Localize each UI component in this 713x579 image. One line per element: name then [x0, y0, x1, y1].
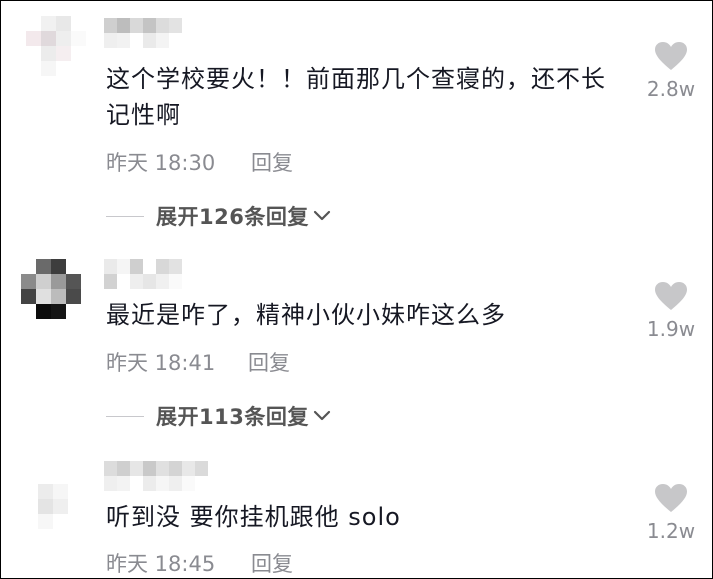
like-count: 1.9w: [646, 317, 696, 341]
reply-button[interactable]: 回复: [248, 347, 290, 377]
expand-replies-button[interactable]: 展开113条回复: [106, 401, 331, 431]
heart-icon: [655, 484, 687, 512]
expand-replies-button[interactable]: 展开126条回复: [106, 201, 331, 231]
like-button[interactable]: 2.8w: [641, 41, 701, 101]
comment-list: 这个学校要火！！前面那几个查寝的，还不长记性啊 2.8w 昨天 18:30 回复…: [0, 0, 713, 579]
like-button[interactable]: 1.9w: [641, 281, 701, 341]
divider-line: [106, 215, 144, 217]
username[interactable]: [104, 259, 182, 289]
avatar[interactable]: [23, 469, 83, 529]
comment-item: 最近是咋了，精神小伙小妹咋这么多 1.9w 昨天 18:41 回复 展开113条…: [1, 241, 712, 441]
comment-text: 听到没 要你挂机跟他 solo: [106, 503, 401, 531]
comment-time: 昨天 18:30: [106, 151, 216, 175]
chevron-down-icon: [313, 410, 330, 421]
like-button[interactable]: 1.2w: [641, 483, 701, 543]
comment-item: 听到没 要你挂机跟他 solo 1.2w 昨天 18:45 回复: [1, 441, 712, 578]
expand-replies-label: 展开113条回复: [156, 405, 309, 429]
comment-text: 最近是咋了，精神小伙小妹咋这么多: [106, 301, 506, 329]
username[interactable]: [104, 18, 182, 48]
comment-time: 昨天 18:41: [106, 351, 216, 375]
divider-line: [106, 415, 144, 417]
comment-text: 这个学校要火！！前面那几个查寝的，还不长记性啊: [106, 65, 606, 129]
chevron-down-icon: [313, 210, 330, 221]
comment-item: 这个学校要火！！前面那几个查寝的，还不长记性啊 2.8w 昨天 18:30 回复…: [1, 1, 712, 241]
like-count: 2.8w: [646, 77, 696, 101]
heart-icon: [655, 42, 687, 70]
comment-time: 昨天 18:45: [106, 552, 216, 576]
avatar[interactable]: [26, 16, 86, 76]
reply-button[interactable]: 回复: [251, 147, 293, 177]
like-count: 1.2w: [646, 519, 696, 543]
heart-icon: [655, 282, 687, 310]
reply-button[interactable]: 回复: [251, 548, 293, 578]
expand-replies-label: 展开126条回复: [156, 205, 309, 229]
avatar[interactable]: [21, 259, 81, 319]
username[interactable]: [104, 461, 208, 491]
